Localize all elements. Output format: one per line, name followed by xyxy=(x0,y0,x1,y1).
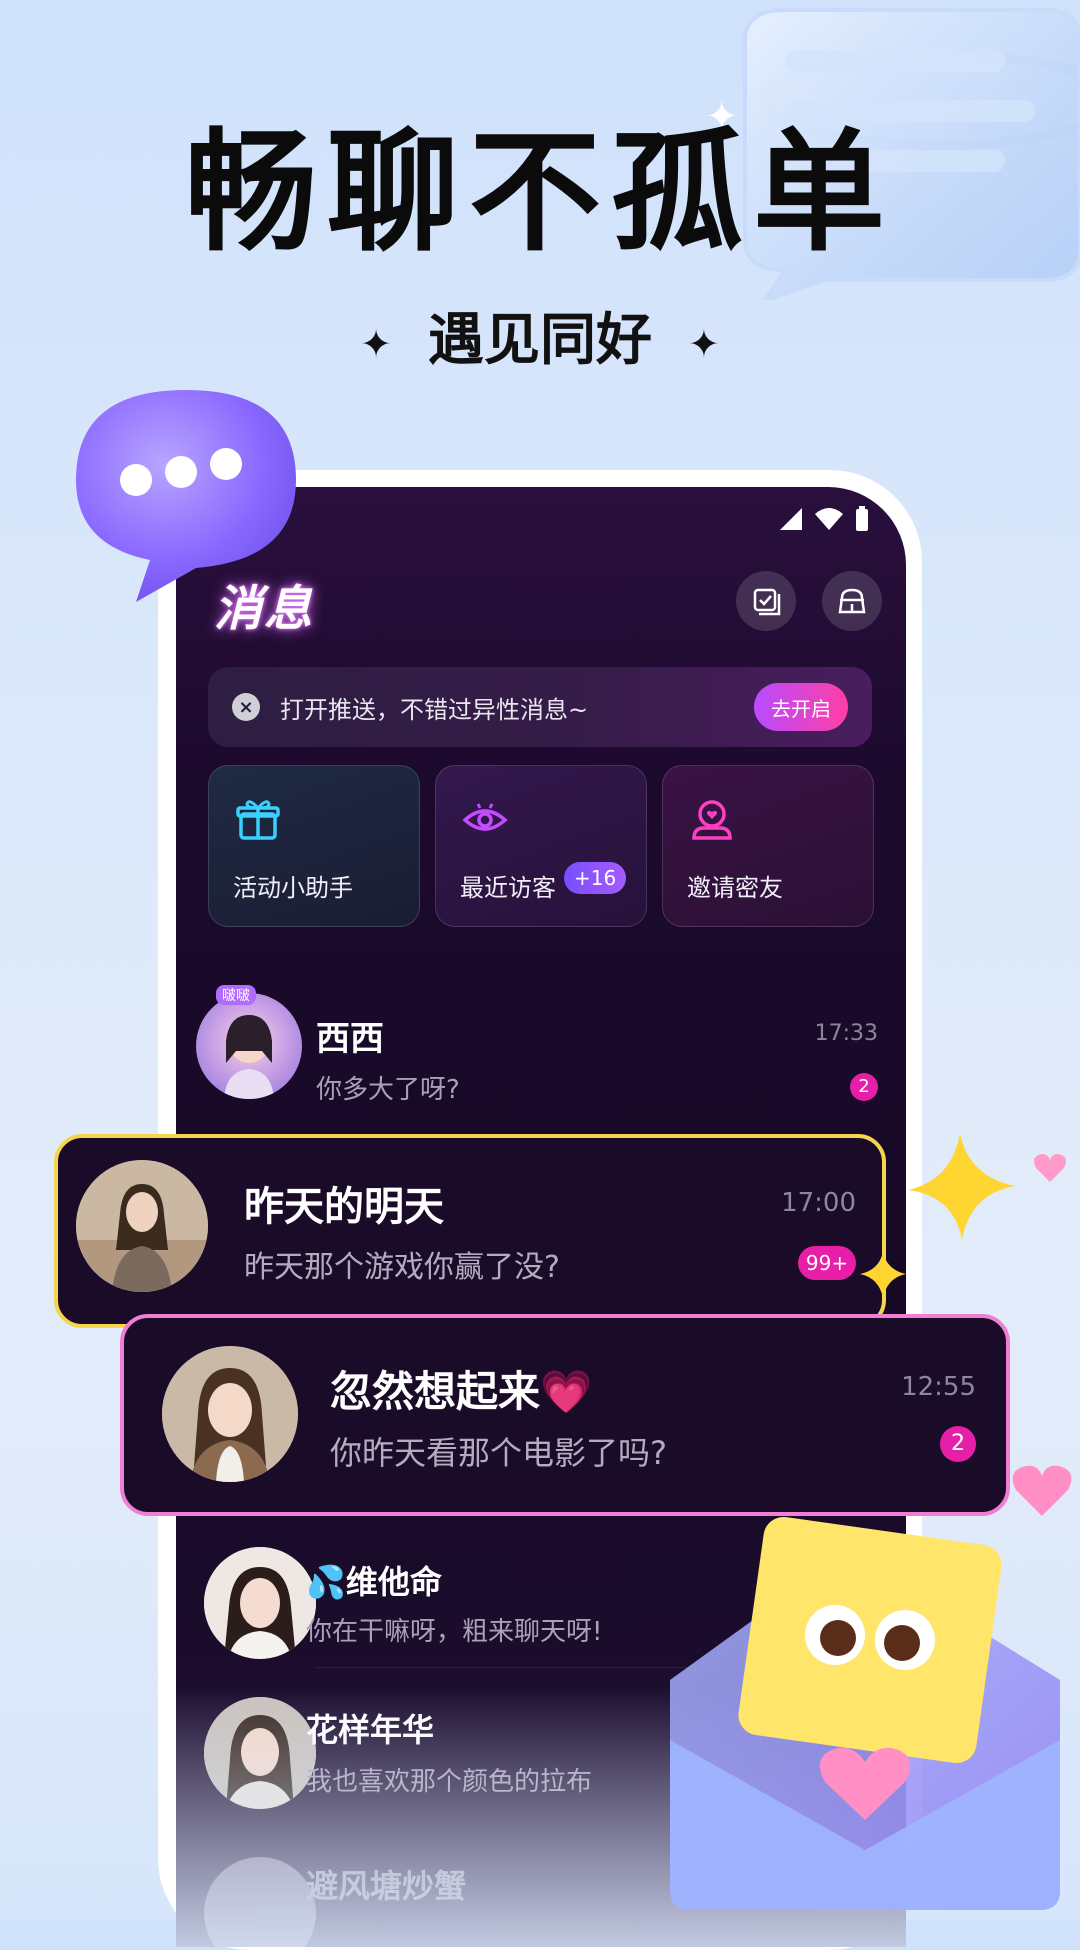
card-invite-friend[interactable]: 邀请密友 xyxy=(662,765,874,927)
check-all-button[interactable] xyxy=(736,571,796,631)
status-bar xyxy=(778,499,870,539)
mail-mascot-icon xyxy=(670,1516,1060,1910)
yellow-star-icon xyxy=(908,1133,1015,1240)
avatar xyxy=(162,1346,298,1482)
heart-icon xyxy=(1034,1154,1066,1182)
conversation-row-highlight-pink[interactable]: 忽然想起来💗 你昨天看那个电影了吗? 12:55 2 xyxy=(120,1314,1010,1516)
subheadline: 遇见同好 xyxy=(428,308,652,373)
contact-name: 忽然想起来💗 xyxy=(330,1367,593,1416)
visitor-count-badge: +16 xyxy=(564,862,627,894)
small-star-icon xyxy=(860,1252,906,1298)
last-message: 你多大了呀? xyxy=(316,1075,460,1105)
unread-badge: 2 xyxy=(850,1073,878,1101)
conversation-row[interactable]: 啵啵 西西 你多大了呀? 17:33 2 xyxy=(176,975,906,1145)
eye-icon xyxy=(462,803,508,831)
unread-badge: 2 xyxy=(940,1426,976,1462)
push-text: 打开推送，不错过异性消息~ xyxy=(280,695,589,724)
clean-button[interactable] xyxy=(822,571,882,631)
card-label: 最近访客 xyxy=(460,874,556,902)
avatar xyxy=(196,993,302,1099)
broom-icon xyxy=(838,588,866,614)
conversation-row-highlight-yellow[interactable]: 昨天的明天 昨天那个游戏你赢了没? 17:00 99+ xyxy=(54,1134,886,1328)
wifi-icon xyxy=(815,508,843,530)
signal-icon xyxy=(780,508,802,530)
card-label: 邀请密友 xyxy=(687,874,783,902)
message-time: 17:33 xyxy=(814,1021,878,1046)
gift-icon xyxy=(236,800,280,840)
avatar-portrait xyxy=(224,1015,274,1099)
unread-badge: 99+ xyxy=(798,1246,856,1280)
contact-name: 昨天的明天 xyxy=(244,1184,444,1230)
star-left-icon: ✦ xyxy=(360,321,392,366)
contact-name: 西西 xyxy=(316,1019,384,1059)
close-icon[interactable]: × xyxy=(232,693,260,721)
card-activity-assistant[interactable]: 活动小助手 xyxy=(208,765,420,927)
message-time: 17:00 xyxy=(781,1188,856,1218)
avatar-portrait xyxy=(204,1547,316,1659)
subheadline-row: ✦ 遇见同好 ✦ xyxy=(0,306,1080,379)
last-message: 昨天那个游戏你赢了没? xyxy=(244,1250,560,1285)
contact-name: 💦维他命 xyxy=(306,1563,442,1601)
check-list-icon xyxy=(753,588,781,616)
avatar-portrait xyxy=(76,1160,208,1292)
last-message: 你昨天看那个电影了吗? xyxy=(330,1434,667,1472)
star-right-icon: ✦ xyxy=(688,321,720,366)
profile-heart-icon xyxy=(692,800,732,840)
avatar-portrait xyxy=(204,1697,316,1809)
avatar xyxy=(204,1697,316,1809)
push-banner: × 打开推送，不错过异性消息~ 去开启 xyxy=(208,667,872,747)
speech-bubble-icon xyxy=(76,390,296,602)
card-label: 活动小助手 xyxy=(233,874,353,902)
avatar xyxy=(204,1857,316,1947)
enable-push-button[interactable]: 去开启 xyxy=(754,683,848,731)
avatar xyxy=(204,1547,316,1659)
last-message: 我也喜欢那个颜色的拉布 xyxy=(306,1767,593,1797)
last-message: 你在干嘛呀，粗来聊天呀! xyxy=(306,1617,603,1647)
contact-name: 避风塘炒蟹 xyxy=(306,1867,467,1905)
headline: 畅聊不孤单 xyxy=(185,116,895,270)
avatar xyxy=(76,1160,208,1292)
card-recent-visitors[interactable]: 最近访客 +16 xyxy=(435,765,647,927)
avatar-portrait xyxy=(162,1346,298,1482)
message-time: 12:55 xyxy=(901,1372,976,1402)
contact-name: 花样年华 xyxy=(306,1711,435,1749)
avatar-tag: 啵啵 xyxy=(216,985,256,1005)
battery-icon xyxy=(856,506,868,531)
